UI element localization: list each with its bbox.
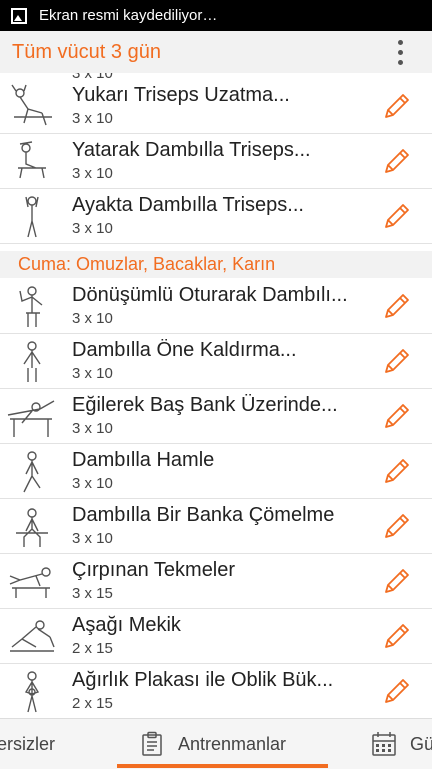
active-tab-indicator	[117, 764, 328, 768]
tab-exercises[interactable]: ersizler	[0, 719, 55, 769]
exercise-row[interactable]: Dambılla Hamle 3 x 10	[0, 444, 432, 499]
app-bar: Tüm vücut 3 gün	[0, 31, 432, 74]
exercise-sets: 3 x 10	[72, 420, 113, 437]
exercise-row[interactable]: Eğilerek Baş Bank Üzerinde... 3 x 10	[0, 389, 432, 444]
exercise-sets: 3 x 10	[72, 220, 113, 237]
tab-calendar-label: Gü	[410, 733, 432, 754]
exercise-row[interactable]: Dambılla Öne Kaldırma... 3 x 10	[0, 334, 432, 389]
exercise-list[interactable]: 3 x 10 Yukarı Triseps Uzatma... 3 x 10 Y…	[0, 73, 432, 718]
exercise-figure-icon	[11, 84, 52, 126]
exercise-row[interactable]: Dönüşümlü Oturarak Dambılı... 3 x 10	[0, 279, 432, 334]
exercise-row[interactable]: Çırpınan Tekmeler 3 x 15	[0, 554, 432, 609]
exercise-name: Dönüşümlü Oturarak Dambılı...	[72, 284, 348, 306]
exercise-name: Ayakta Dambılla Triseps...	[72, 194, 304, 216]
tab-calendar[interactable]: Gü	[372, 719, 432, 769]
exercise-figure-icon	[16, 508, 48, 547]
exercise-sets: 2 x 15	[72, 640, 113, 657]
calendar-icon	[372, 732, 396, 756]
exercise-figure-icon	[19, 286, 43, 327]
exercise-sets: 3 x 10	[72, 310, 113, 327]
section-header: Cuma: Omuzlar, Bacaklar, Karın	[0, 251, 432, 278]
exercise-figure-icon	[23, 451, 41, 493]
edit-pencil-icon[interactable]	[382, 566, 412, 596]
exercise-name: Dambılla Hamle	[72, 449, 215, 471]
edit-pencil-icon[interactable]	[382, 201, 412, 231]
bottom-navigation: ersizler Antrenmanlar Gü	[0, 718, 432, 769]
exercise-sets: 2 x 15	[72, 695, 113, 712]
exercise-row[interactable]: Ağırlık Plakası ile Oblik Bük... 2 x 15	[0, 664, 432, 718]
exercise-row[interactable]: Aşağı Mekik 2 x 15	[0, 609, 432, 664]
exercise-sets: 3 x 10	[72, 475, 113, 492]
exercise-name: Aşağı Mekik	[72, 614, 181, 636]
exercise-row[interactable]: Yukarı Triseps Uzatma... 3 x 10	[0, 79, 432, 134]
exercise-row[interactable]: Ayakta Dambılla Triseps... 3 x 10	[0, 189, 432, 244]
edit-pencil-icon[interactable]	[382, 346, 412, 376]
exercise-figure-icon	[23, 341, 41, 382]
exercise-sets: 3 x 15	[72, 585, 113, 602]
edit-pencil-icon[interactable]	[382, 146, 412, 176]
exercise-sets: 3 x 10	[72, 365, 113, 382]
exercise-name: Dambılla Bir Banka Çömelme	[72, 504, 335, 526]
page-title: Tüm vücut 3 gün	[12, 40, 161, 63]
exercise-row[interactable]: Dambılla Bir Banka Çömelme 3 x 10	[0, 499, 432, 554]
edit-pencil-icon[interactable]	[382, 456, 412, 486]
exercise-figure-icon	[10, 620, 55, 652]
edit-pencil-icon[interactable]	[382, 676, 412, 706]
exercise-name: Dambılla Öne Kaldırma...	[72, 339, 297, 361]
exercise-name: Eğilerek Baş Bank Üzerinde...	[72, 394, 338, 416]
tab-exercises-label: ersizler	[0, 733, 56, 754]
edit-pencil-icon[interactable]	[382, 91, 412, 121]
more-options-icon[interactable]	[382, 34, 418, 70]
image-icon	[11, 7, 27, 24]
edit-pencil-icon[interactable]	[382, 621, 412, 651]
exercise-sets: 3 x 10	[72, 165, 113, 182]
exercise-figure-icon	[9, 567, 51, 598]
section-title: Cuma: Omuzlar, Bacaklar, Karın	[18, 254, 276, 274]
tab-workouts[interactable]: Antrenmanlar	[140, 719, 286, 769]
status-text: Ekran resmi kaydediliyor…	[39, 7, 218, 24]
exercise-figure-icon	[25, 196, 39, 238]
exercise-sets: 3 x 10	[72, 530, 113, 547]
edit-pencil-icon[interactable]	[382, 291, 412, 321]
exercise-figure-icon	[7, 400, 55, 437]
exercise-figure-icon	[18, 141, 46, 179]
status-bar: Ekran resmi kaydediliyor…	[0, 0, 432, 31]
exercise-sets: 3 x 10	[72, 110, 113, 127]
exercise-name: Ağırlık Plakası ile Oblik Bük...	[72, 669, 334, 691]
edit-pencil-icon[interactable]	[382, 401, 412, 431]
tab-workouts-label: Antrenmanlar	[178, 733, 287, 754]
exercise-row[interactable]: Yatarak Dambılla Triseps... 3 x 10	[0, 134, 432, 189]
exercise-name: Çırpınan Tekmeler	[72, 559, 236, 581]
exercise-name: Yukarı Triseps Uzatma...	[72, 84, 290, 106]
edit-pencil-icon[interactable]	[382, 511, 412, 541]
clipboard-icon	[142, 731, 162, 756]
exercise-name: Yatarak Dambılla Triseps...	[72, 139, 311, 161]
exercise-figure-icon	[24, 671, 40, 713]
